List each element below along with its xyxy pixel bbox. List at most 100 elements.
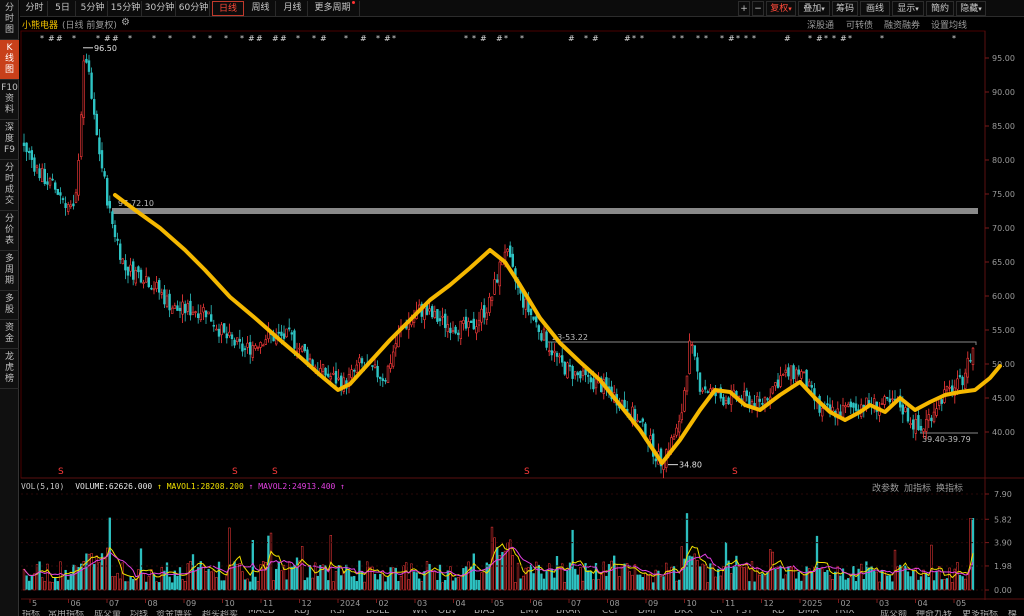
add-indicator-link[interactable]: 加指标 (904, 481, 931, 494)
event-marker[interactable]: # (840, 34, 847, 43)
event-marker[interactable]: * (344, 34, 348, 43)
indicator-tab-2[interactable]: 成交量 (94, 610, 121, 616)
indicator-tab-22[interactable]: TRIX (834, 610, 855, 616)
event-marker[interactable]: # (784, 34, 791, 43)
event-marker[interactable]: # (48, 34, 55, 43)
event-marker[interactable]: * (680, 34, 684, 43)
event-marker[interactable]: # (624, 34, 631, 43)
volume-tick-label: 5.82 (994, 515, 1012, 524)
event-marker[interactable]: * (128, 34, 132, 43)
event-marker[interactable]: # (360, 34, 367, 43)
indicator-tab-7[interactable]: KDJ (294, 610, 310, 616)
indicator-tab-9[interactable]: BOLL (366, 610, 389, 616)
signal-marker[interactable]: S (58, 467, 64, 477)
candle-body (919, 425, 923, 431)
event-marker[interactable]: * (192, 34, 196, 43)
event-marker[interactable]: * (808, 34, 812, 43)
volume-bar (327, 580, 330, 591)
indicator-tab-5[interactable]: 超买超卖 (202, 610, 238, 616)
event-marker[interactable]: # (384, 34, 391, 43)
event-marker[interactable]: # (480, 34, 487, 43)
event-marker[interactable]: # (272, 34, 279, 43)
event-marker[interactable]: * (720, 34, 724, 43)
indicator-tab-25[interactable]: 更多指标 (962, 610, 998, 616)
indicator-tab-10[interactable]: WR (412, 610, 427, 616)
event-marker[interactable]: * (96, 34, 100, 43)
event-marker[interactable]: # (496, 34, 503, 43)
event-marker[interactable]: * (296, 34, 300, 43)
indicator-tab-17[interactable]: DKX (674, 610, 693, 616)
event-marker[interactable]: # (104, 34, 111, 43)
event-marker[interactable]: * (40, 34, 44, 43)
event-marker[interactable]: * (880, 34, 884, 43)
signal-marker[interactable]: S (732, 467, 738, 477)
event-marker[interactable]: * (640, 34, 644, 43)
event-marker[interactable]: * (672, 34, 676, 43)
event-marker[interactable]: * (208, 34, 212, 43)
event-marker[interactable]: # (248, 34, 255, 43)
event-marker[interactable]: # (320, 34, 327, 43)
event-marker[interactable]: * (168, 34, 172, 43)
volume-bar (54, 577, 57, 591)
event-marker[interactable]: # (728, 34, 735, 43)
indicator-tab-21[interactable]: DMA (798, 610, 819, 616)
event-marker[interactable]: * (72, 34, 76, 43)
event-marker[interactable]: * (392, 34, 396, 43)
volume-bar (503, 550, 507, 591)
indicator-tab-14[interactable]: BRAR (556, 610, 580, 616)
event-marker[interactable]: * (952, 34, 956, 43)
event-marker[interactable]: * (736, 34, 740, 43)
event-marker[interactable]: * (504, 34, 508, 43)
indicator-tab-19[interactable]: PSY (736, 610, 753, 616)
event-marker[interactable]: * (848, 34, 852, 43)
vol-indicator-label[interactable]: VOL(5,10) (21, 482, 64, 491)
indicator-tab-8[interactable]: RSI (330, 610, 345, 616)
indicator-tab-1[interactable]: 常用指标 (48, 610, 84, 616)
event-marker[interactable]: # (592, 34, 599, 43)
indicator-tab-13[interactable]: EMV (520, 610, 540, 616)
event-marker[interactable]: * (696, 34, 700, 43)
indicator-tab-23[interactable]: 成交额 (880, 610, 907, 616)
event-marker[interactable]: * (752, 34, 756, 43)
indicator-tab-16[interactable]: DMI (638, 610, 655, 616)
indicator-tab-3[interactable]: 均线 (130, 610, 148, 616)
event-marker[interactable]: * (584, 34, 588, 43)
event-marker[interactable]: # (816, 34, 823, 43)
switch-indicator-link[interactable]: 换指标 (936, 481, 963, 494)
indicator-tab-15[interactable]: CCI (602, 610, 617, 616)
event-marker[interactable]: # (112, 34, 119, 43)
indicator-tab-24[interactable]: 神奇九转 (916, 610, 952, 616)
indicator-tab-4[interactable]: 资金博弈 (156, 610, 192, 616)
indicator-tab-20[interactable]: KD (772, 610, 785, 616)
event-marker[interactable]: * (224, 34, 228, 43)
trend-line-drawing[interactable] (113, 193, 1002, 465)
signal-marker[interactable]: S (524, 467, 530, 477)
event-marker[interactable]: * (824, 34, 828, 43)
event-marker[interactable]: # (56, 34, 63, 43)
event-marker[interactable]: # (280, 34, 287, 43)
kline-chart[interactable]: 95.00 90.00 85.00 80.00 75.00 70.00 65.00 60.00… (0, 0, 1024, 616)
event-marker[interactable]: * (472, 34, 476, 43)
signal-marker[interactable]: S (272, 467, 278, 477)
event-marker[interactable]: # (568, 34, 575, 43)
indicator-tab-6[interactable]: MACD (248, 610, 275, 616)
event-marker[interactable]: * (704, 34, 708, 43)
event-marker[interactable]: * (520, 34, 524, 43)
event-marker[interactable]: * (464, 34, 468, 43)
event-marker[interactable]: * (152, 34, 156, 43)
candle-body (493, 279, 496, 295)
signal-marker[interactable]: S (232, 467, 238, 477)
event-marker[interactable]: * (744, 34, 748, 43)
event-marker[interactable]: * (240, 34, 244, 43)
indicator-tab-11[interactable]: OBV (438, 610, 457, 616)
event-marker[interactable]: * (312, 34, 316, 43)
indicator-tab-18[interactable]: CR (710, 610, 723, 616)
event-marker[interactable]: * (632, 34, 636, 43)
edit-params-link[interactable]: 改参数 (872, 481, 899, 494)
event-marker[interactable]: * (376, 34, 380, 43)
event-marker[interactable]: * (832, 34, 836, 43)
indicator-tab-26[interactable]: 模板 (1008, 610, 1024, 616)
indicator-tab-0[interactable]: 指标 (22, 610, 40, 616)
indicator-tab-12[interactable]: BIAS (474, 610, 495, 616)
event-marker[interactable]: # (256, 34, 263, 43)
